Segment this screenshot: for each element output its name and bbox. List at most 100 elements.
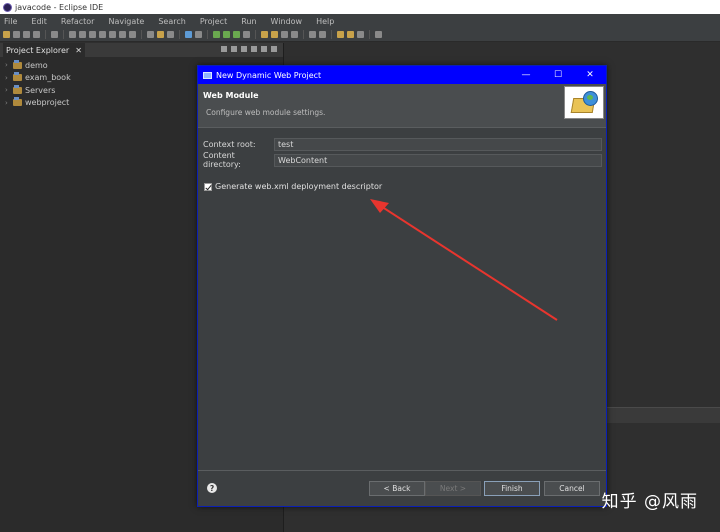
tree-item-label: exam_book [25,73,71,83]
step-return-icon[interactable] [129,31,136,38]
forward-icon[interactable] [347,31,354,38]
generate-webxml-label[interactable]: Generate web.xml deployment descriptor [215,182,382,191]
resume-icon[interactable] [69,31,76,38]
toolbar-separator [179,30,180,39]
new-wizard-icon[interactable] [157,31,164,38]
menu-refactor[interactable]: Refactor [61,17,95,26]
toolbar-separator [369,30,370,39]
toolbar-separator [207,30,208,39]
bottom-panel-tabbar [606,407,720,423]
coverage-icon[interactable] [233,31,240,38]
debug-icon[interactable] [213,31,220,38]
disconnect-icon[interactable] [99,31,106,38]
step-over-icon[interactable] [119,31,126,38]
context-root-input[interactable]: test [274,137,602,151]
terminate-icon[interactable] [89,31,96,38]
terminal-icon[interactable] [51,31,58,38]
next-button[interactable]: Next > [425,481,481,496]
suspend-icon[interactable] [79,31,86,38]
chevron-right-icon[interactable]: › [5,61,13,69]
watermark: 知乎 @风雨 [601,492,698,512]
generate-webxml-row[interactable]: Generate web.xml deployment descriptor [204,182,382,191]
toolbar-separator [141,30,142,39]
menu-window[interactable]: Window [271,17,303,26]
web-project-icon [13,97,22,107]
maximize-button[interactable]: ☐ [542,70,574,80]
window-title: javacode - Eclipse IDE [15,2,104,12]
cancel-button[interactable]: Cancel [544,481,600,496]
menu-help[interactable]: Help [316,17,334,26]
view-menu-icon[interactable] [251,46,257,52]
toolbar-separator [45,30,46,39]
minimize-icon[interactable] [261,46,267,52]
chevron-right-icon[interactable]: › [5,74,13,82]
menu-navigate[interactable]: Navigate [108,17,144,26]
window-buttons: — ☐ ✕ [510,70,606,80]
back-button[interactable]: < Back [369,481,425,496]
back-icon[interactable] [337,31,344,38]
project-icon [13,72,22,82]
eclipse-icon [3,2,12,12]
maximize-icon[interactable] [271,46,277,52]
server-icon[interactable] [147,31,154,38]
dialog-titlebar: New Dynamic Web Project — ☐ ✕ [198,66,606,84]
chevron-right-icon[interactable]: › [5,86,13,94]
perspective-icon[interactable] [375,31,382,38]
collapse-all-icon[interactable] [221,46,227,52]
tree-item-label: webproject [25,98,70,108]
web-browser-icon[interactable] [185,31,192,38]
print-icon[interactable] [33,31,40,38]
search-icon[interactable] [195,31,202,38]
web-project-wizard-icon [564,86,604,119]
new-icon[interactable] [3,31,10,38]
panel-tools [221,46,277,52]
tab-project-explorer[interactable]: Project Explorer ✕ [3,43,85,57]
generate-webxml-checkbox[interactable] [204,182,212,191]
globe-icon [583,91,598,106]
new-dynamic-web-project-dialog: New Dynamic Web Project — ☐ ✕ Web Module… [197,65,607,507]
edit-icon[interactable] [281,31,288,38]
save-all-icon[interactable] [23,31,30,38]
wizard-page-description: Configure web module settings. [206,108,326,117]
minimize-button[interactable]: — [510,70,542,80]
web-module-form: Context root: test Content directory: We… [202,136,602,169]
project-icon [13,59,22,69]
tree-item-label: demo [25,60,48,70]
annotation-next-icon[interactable] [309,31,316,38]
open-file-icon[interactable] [271,31,278,38]
close-button[interactable]: ✕ [574,70,606,80]
window-titlebar: javacode - Eclipse IDE [0,0,720,14]
menu-project[interactable]: Project [200,17,227,26]
project-explorer-label: Project Explorer [6,45,70,55]
chevron-right-icon[interactable]: › [5,99,13,107]
filter-icon[interactable] [241,46,247,52]
save-icon[interactable] [13,31,20,38]
link-editor-icon[interactable] [231,46,237,52]
finish-button[interactable]: Finish [484,481,540,496]
menu-file[interactable]: File [4,17,17,26]
dialog-title: New Dynamic Web Project [216,70,322,80]
menu-run[interactable]: Run [241,17,256,26]
wizard-header: Web Module Configure web module settings… [198,84,606,128]
context-root-row: Context root: test [202,136,602,152]
menu-edit[interactable]: Edit [31,17,47,26]
dialog-icon [203,71,212,79]
external-tools-icon[interactable] [243,31,250,38]
folder-icon [13,84,22,94]
annotation-prev-icon[interactable] [319,31,326,38]
context-root-label: Context root: [203,139,256,149]
close-icon[interactable]: ✕ [75,46,82,55]
help-icon[interactable]: ? [207,483,217,493]
toolbar-separator [331,30,332,39]
toggle-mark-icon[interactable] [291,31,298,38]
open-folder-icon[interactable] [261,31,268,38]
content-directory-input[interactable]: WebContent [274,153,602,167]
open-type-icon[interactable] [167,31,174,38]
nav-menu-icon[interactable] [357,31,364,38]
menu-bar: File Edit Refactor Navigate Search Proje… [0,14,720,28]
toolbar-separator [255,30,256,39]
menu-search[interactable]: Search [158,17,185,26]
step-into-icon[interactable] [109,31,116,38]
run-icon[interactable] [223,31,230,38]
wizard-page-title: Web Module [203,91,259,100]
